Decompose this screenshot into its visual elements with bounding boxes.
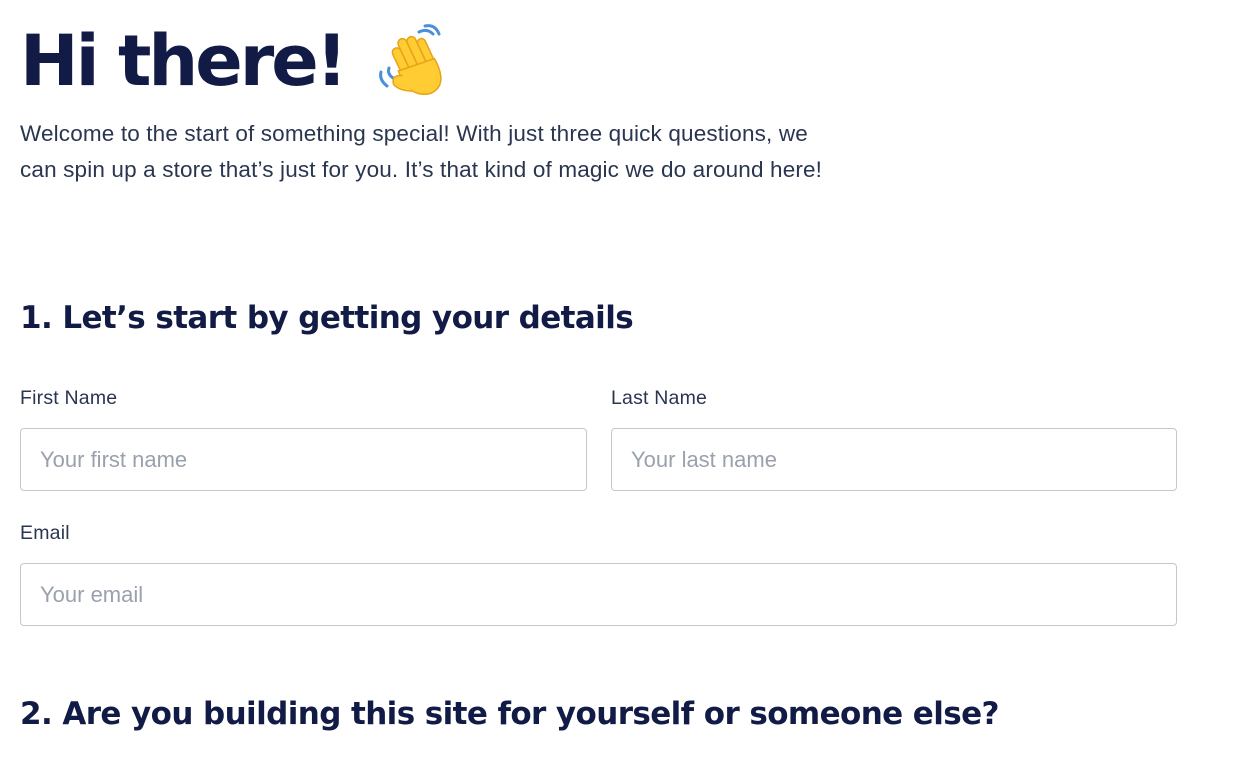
last-name-label: Last Name (611, 387, 708, 409)
section-2-title: 2. Are you building this site for yourse… (20, 696, 1000, 732)
title-row: Hi there! (20, 18, 455, 104)
page-title: Hi there! (20, 20, 348, 102)
section-1-title: 1. Let’s start by getting your details (20, 300, 634, 336)
intro-text: Welcome to the start of something specia… (20, 121, 823, 182)
last-name-input[interactable] (611, 428, 1177, 491)
first-name-label: First Name (20, 387, 118, 409)
waving-hand-icon (375, 22, 455, 102)
email-input[interactable] (20, 563, 1177, 626)
email-label: Email (20, 522, 70, 544)
first-name-input[interactable] (20, 428, 587, 491)
